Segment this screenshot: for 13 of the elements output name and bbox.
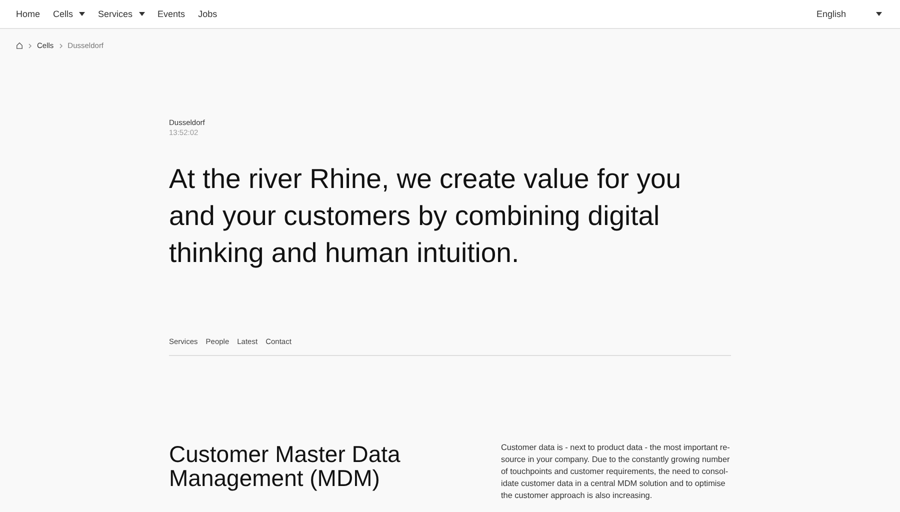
nav-link[interactable]: Services [98,9,145,19]
section-title: Customer Master Data Management (MDM) [169,442,402,493]
chevron-icon [58,42,63,48]
chevron-icon [28,42,32,48]
nav-link[interactable]: Cells [53,9,86,19]
headline: At the river Rhine, we create value for you and your customers by combining digital thinking and human intuition. [169,162,682,270]
section-paragraph: Customer data is - next to product data - the most important re- source in your company. Due to the constantly growing number of touchpoints and customer requirements, the need to consol- idate customer data in a central MDM solution and to optimise the customer approach is also increasing. [501,442,731,502]
language-select[interactable]: English [816,9,882,19]
home-icon[interactable] [16,42,23,49]
nav-link[interactable]: Events [158,9,186,19]
caret-icon [876,12,882,16]
nav-link[interactable]: Jobs [198,9,218,19]
nav-link[interactable]: Home [16,9,40,19]
